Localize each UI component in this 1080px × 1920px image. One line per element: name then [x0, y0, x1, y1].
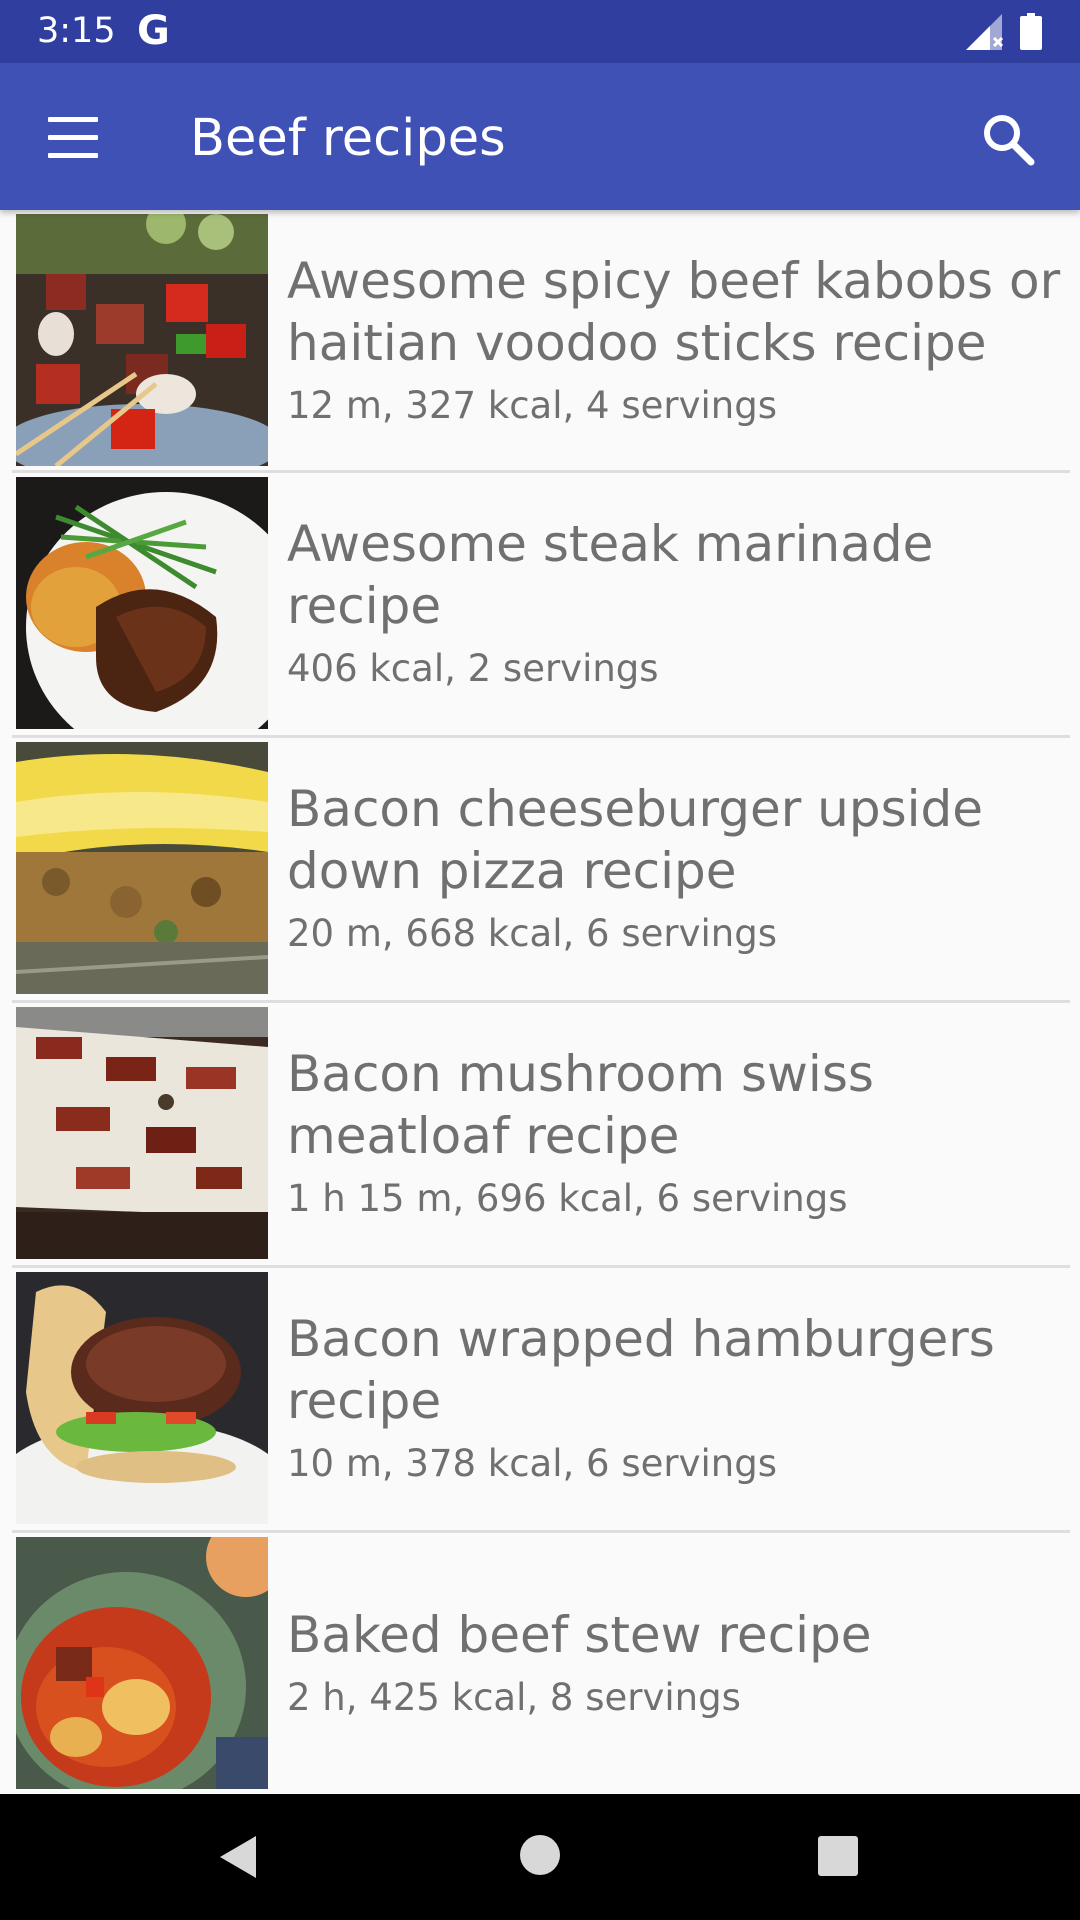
recipe-list[interactable]: Awesome spicy beef kabobs or haitian voo… [0, 210, 1080, 1794]
navigation-bar [0, 1794, 1080, 1920]
search-icon [984, 115, 1035, 166]
recipe-meta: 10 m, 378 kcal, 6 servings [287, 1442, 777, 1485]
back-icon[interactable] [216, 1834, 260, 1880]
recipe-text: Bacon wrapped hamburgers recipe 10 m, 37… [287, 1272, 1063, 1524]
recipe-meta: 1 h 15 m, 696 kcal, 6 servings [287, 1177, 848, 1220]
list-divider [12, 1000, 1070, 1003]
recipe-title: Bacon cheeseburger upside down pizza rec… [287, 780, 984, 900]
recipe-title: Baked beef stew recipe [287, 1606, 872, 1664]
recipe-text: Baked beef stew recipe 2 h, 425 kcal, 8 … [287, 1537, 1063, 1789]
recipe-meta: 20 m, 668 kcal, 6 servings [287, 912, 777, 955]
recipe-title: Awesome spicy beef kabobs or haitian voo… [287, 252, 1061, 372]
app-bar: Beef recipes [0, 63, 1080, 210]
recipe-thumbnail [16, 1272, 268, 1524]
recipe-text: Awesome spicy beef kabobs or haitian voo… [287, 214, 1063, 466]
recipe-meta: 12 m, 327 kcal, 4 servings [287, 384, 777, 427]
home-icon[interactable] [520, 1835, 560, 1875]
list-item[interactable]: Baked beef stew recipe 2 h, 425 kcal, 8 … [0, 1537, 1080, 1794]
recipe-title: Bacon wrapped hamburgers recipe [287, 1310, 995, 1430]
battery-icon [1020, 13, 1042, 50]
recipe-text: Bacon mushroom swiss meatloaf recipe 1 h… [287, 1007, 1063, 1259]
recipe-thumbnail [16, 1007, 268, 1259]
app-title: Beef recipes [190, 109, 506, 168]
status-time: 3:15 [37, 11, 116, 51]
list-item[interactable]: Awesome spicy beef kabobs or haitian voo… [0, 212, 1080, 477]
recipe-thumbnail [16, 742, 268, 994]
recipe-text: Bacon cheeseburger upside down pizza rec… [287, 742, 1063, 994]
list-divider [12, 735, 1070, 738]
list-divider [12, 1265, 1070, 1268]
list-divider [12, 1530, 1070, 1533]
recipe-thumbnail [16, 214, 268, 466]
recipe-title: Awesome steak marinade recipe [287, 515, 934, 635]
list-item[interactable]: Awesome steak marinade recipe 406 kcal, … [0, 477, 1080, 742]
menu-button[interactable] [33, 103, 113, 171]
list-item[interactable]: Bacon mushroom swiss meatloaf recipe 1 h… [0, 1007, 1080, 1272]
search-button[interactable] [976, 107, 1040, 171]
list-item[interactable]: Bacon wrapped hamburgers recipe 10 m, 37… [0, 1272, 1080, 1537]
recipe-text: Awesome steak marinade recipe 406 kcal, … [287, 477, 1063, 729]
recipe-title: Bacon mushroom swiss meatloaf recipe [287, 1045, 874, 1165]
recipe-thumbnail [16, 477, 268, 729]
recipe-thumbnail [16, 1537, 268, 1789]
recipe-meta: 406 kcal, 2 servings [287, 647, 659, 690]
list-divider [12, 470, 1070, 473]
recipe-meta: 2 h, 425 kcal, 8 servings [287, 1676, 741, 1719]
google-g-icon: G [137, 8, 170, 54]
status-bar: 3:15 G [0, 0, 1080, 63]
recents-icon[interactable] [818, 1836, 858, 1876]
list-item[interactable]: Bacon cheeseburger upside down pizza rec… [0, 742, 1080, 1007]
signal-icon [966, 14, 1004, 50]
